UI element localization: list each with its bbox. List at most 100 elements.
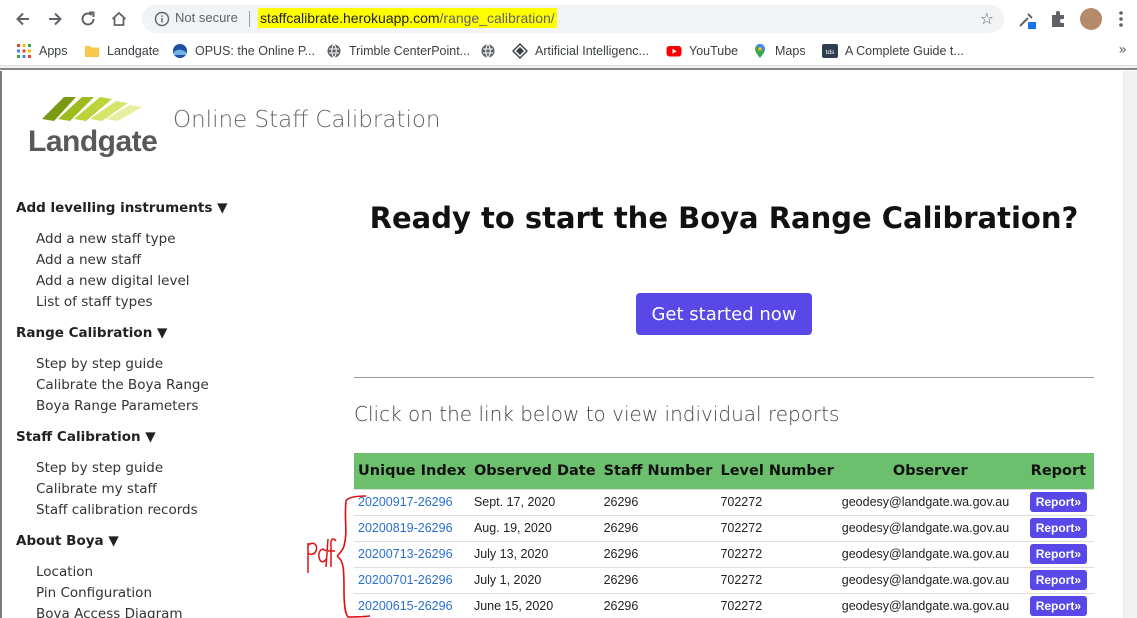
report-button[interactable]: Report» bbox=[1029, 596, 1088, 617]
get-started-button[interactable]: Get started now bbox=[636, 293, 812, 335]
report-index-link[interactable]: 20200713-26296 bbox=[358, 547, 453, 561]
observed-date: July 13, 2020 bbox=[469, 540, 600, 567]
sidebar-item-add-staff-type[interactable]: Add a new staff type bbox=[16, 229, 246, 250]
bookmark-guide[interactable]: tds A Complete Guide t... bbox=[822, 43, 964, 59]
logo-wordmark[interactable]: Landgate bbox=[28, 125, 158, 159]
table-row: 20200819-26296 Aug. 19, 2020 26296 70227… bbox=[354, 514, 1094, 541]
page-content: Landgate Online Staff Calibration Add le… bbox=[0, 71, 1137, 618]
bookmark-label: OPUS: the Online P... bbox=[195, 44, 315, 58]
divider bbox=[354, 377, 1094, 378]
extensions-puzzle-icon[interactable] bbox=[1048, 9, 1068, 29]
sidebar-item-access-diagram[interactable]: Boya Access Diagram bbox=[16, 604, 246, 618]
bookmark-star-icon[interactable]: ☆ bbox=[980, 9, 994, 28]
bookmark-maps[interactable]: Maps bbox=[752, 43, 806, 59]
tds-icon: tds bbox=[822, 43, 838, 59]
sidebar-item-add-staff[interactable]: Add a new staff bbox=[16, 250, 246, 271]
observed-date: Sept. 17, 2020 bbox=[469, 488, 600, 515]
sidebar-item-location[interactable]: Location bbox=[16, 562, 246, 583]
bookmarks-bar: Apps Landgate OPUS: the Online P... Trim… bbox=[0, 38, 1137, 66]
report-index-link[interactable]: 20200917-26296 bbox=[358, 495, 453, 509]
column-header: Unique Index bbox=[354, 453, 470, 489]
forward-arrow-icon[interactable] bbox=[44, 8, 66, 30]
staff-number: 26296 bbox=[599, 514, 717, 541]
sidebar-item-pin-configuration[interactable]: Pin Configuration bbox=[16, 583, 246, 604]
globe-icon bbox=[326, 43, 342, 59]
sidebar-item-calibration-records[interactable]: Staff calibration records bbox=[16, 500, 246, 521]
security-label[interactable]: Not secure bbox=[175, 10, 238, 25]
reports-table: Unique Index Observed Date Staff Number … bbox=[354, 453, 1094, 618]
bookmark-label: Apps bbox=[39, 44, 68, 58]
observer: geodesy@landgate.wa.gov.au bbox=[837, 514, 1023, 541]
svg-text:tds: tds bbox=[826, 49, 835, 56]
bookmark-label: Maps bbox=[775, 44, 806, 58]
eyedropper-extension-icon[interactable] bbox=[1017, 9, 1037, 29]
bookmark-ai[interactable]: Artificial Intelligenc... bbox=[512, 43, 649, 59]
report-button[interactable]: Report» bbox=[1029, 570, 1088, 590]
bookmark-label: A Complete Guide t... bbox=[845, 44, 964, 58]
sidebar-item-calibrate-staff[interactable]: Calibrate my staff bbox=[16, 479, 246, 500]
reload-icon[interactable] bbox=[77, 8, 99, 30]
sidebar-heading[interactable]: Add levelling instruments ▼ bbox=[16, 198, 246, 229]
sidebar-item-range-parameters[interactable]: Boya Range Parameters bbox=[16, 396, 246, 417]
level-number: 702272 bbox=[716, 566, 838, 593]
sidebar-item-range-guide[interactable]: Step by step guide bbox=[16, 354, 246, 375]
report-index-link[interactable]: 20200819-26296 bbox=[358, 521, 453, 535]
bookmarks-overflow-icon[interactable]: » bbox=[1118, 42, 1127, 58]
address-bar[interactable]: Not secure staffcalibrate.herokuapp.com/… bbox=[142, 5, 1004, 33]
sidebar-item-staff-guide[interactable]: Step by step guide bbox=[16, 458, 246, 479]
report-button[interactable]: Report» bbox=[1029, 518, 1088, 538]
scrollbar[interactable] bbox=[1123, 71, 1137, 618]
column-header: Staff Number bbox=[599, 453, 717, 489]
sidebar-section-range-calibration: Range Calibration ▼ Step by step guide C… bbox=[16, 323, 246, 417]
folder-icon bbox=[84, 43, 100, 59]
column-header: Observer bbox=[837, 453, 1023, 489]
report-index-link[interactable]: 20200615-26296 bbox=[358, 599, 453, 613]
back-arrow-icon[interactable] bbox=[12, 8, 34, 30]
staff-number: 26296 bbox=[599, 488, 717, 515]
sidebar-heading[interactable]: Staff Calibration ▼ bbox=[16, 427, 246, 458]
observed-date: Aug. 19, 2020 bbox=[469, 514, 600, 541]
report-index-link[interactable]: 20200701-26296 bbox=[358, 573, 453, 587]
column-header: Level Number bbox=[716, 453, 838, 489]
bookmark-apps[interactable]: Apps bbox=[16, 43, 68, 59]
site-title[interactable]: Online Staff Calibration bbox=[173, 107, 441, 133]
sidebar-section-staff-calibration: Staff Calibration ▼ Step by step guide C… bbox=[16, 427, 246, 521]
table-header-row: Unique Index Observed Date Staff Number … bbox=[354, 453, 1094, 489]
staff-number: 26296 bbox=[599, 540, 717, 567]
sidebar-item-calibrate-range[interactable]: Calibrate the Boya Range bbox=[16, 375, 246, 396]
home-icon[interactable] bbox=[108, 8, 130, 30]
sidebar-section-about-boya: About Boya ▼ Location Pin Configuration … bbox=[16, 531, 246, 618]
report-button[interactable]: Report» bbox=[1029, 492, 1088, 512]
site-header: Landgate Online Staff Calibration bbox=[2, 71, 1122, 171]
url-text[interactable]: staffcalibrate.herokuapp.com/range_calib… bbox=[258, 8, 557, 28]
bookmark-globe[interactable] bbox=[480, 43, 503, 59]
sidebar-heading[interactable]: Range Calibration ▼ bbox=[16, 323, 246, 354]
sidebar-heading[interactable]: About Boya ▼ bbox=[16, 531, 246, 562]
observed-date: June 15, 2020 bbox=[469, 592, 600, 618]
loading-bar bbox=[0, 66, 1137, 70]
observed-date: July 1, 2020 bbox=[469, 566, 600, 593]
column-header: Report bbox=[1022, 453, 1094, 489]
bookmark-trimble[interactable]: Trimble CenterPoint... bbox=[326, 43, 470, 59]
sidebar-item-list-staff-types[interactable]: List of staff types bbox=[16, 292, 246, 313]
bookmark-landgate[interactable]: Landgate bbox=[84, 43, 159, 59]
menu-kebab-icon[interactable] bbox=[1118, 9, 1137, 29]
browser-toolbar: Not secure staffcalibrate.herokuapp.com/… bbox=[0, 0, 1137, 38]
staff-number: 26296 bbox=[599, 592, 717, 618]
info-icon[interactable] bbox=[154, 11, 170, 27]
observer: geodesy@landgate.wa.gov.au bbox=[837, 566, 1023, 593]
report-button[interactable]: Report» bbox=[1029, 544, 1088, 564]
staff-number: 26296 bbox=[599, 566, 717, 593]
table-row: 20200917-26296 Sept. 17, 2020 26296 7022… bbox=[354, 488, 1094, 515]
apps-grid-icon bbox=[16, 43, 32, 59]
table-row: 20200713-26296 July 13, 2020 26296 70227… bbox=[354, 540, 1094, 567]
url-host: staffcalibrate.herokuapp.com bbox=[260, 10, 440, 26]
profile-avatar[interactable] bbox=[1080, 8, 1102, 30]
sidebar-nav: Add levelling instruments ▼ Add a new st… bbox=[16, 198, 246, 618]
sidebar-item-add-digital-level[interactable]: Add a new digital level bbox=[16, 271, 246, 292]
bookmark-youtube[interactable]: YouTube bbox=[666, 43, 738, 59]
bookmark-opus[interactable]: OPUS: the Online P... bbox=[172, 43, 315, 59]
reports-subheading: Click on the link below to view individu… bbox=[354, 402, 840, 426]
observer: geodesy@landgate.wa.gov.au bbox=[837, 592, 1023, 618]
level-number: 702272 bbox=[716, 488, 838, 515]
